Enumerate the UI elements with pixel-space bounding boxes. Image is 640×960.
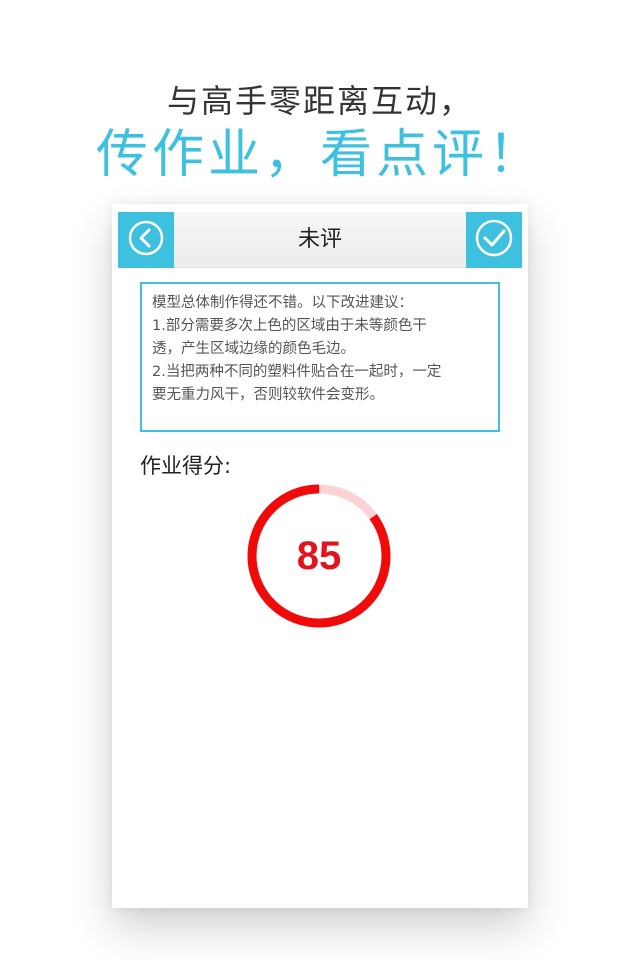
comment-line: 1.部分需要多次上色的区域由于未等颜色干	[152, 318, 427, 334]
comment-line: 透，产生区域边缘的颜色毛边。	[152, 341, 355, 357]
chevron-left-circle-icon	[127, 219, 165, 261]
review-comment-box: 模型总体制作得还不错。以下改进建议： 1.部分需要多次上色的区域由于未等颜色干 …	[140, 282, 500, 432]
nav-header: 未评	[118, 212, 522, 268]
promo-banner: 与高手零距离互动， 传作业，看点评！	[0, 0, 640, 200]
comment-line: 要无重力风干，否则较软件会变形。	[152, 387, 384, 403]
comment-line: 2.当把两种不同的塑料件贴合在一起时，一定	[152, 364, 442, 380]
page-title: 未评	[297, 227, 342, 252]
promo-headline: 传作业，看点评！	[95, 125, 544, 185]
submit-button[interactable]	[466, 212, 522, 268]
comment-line: 模型总体制作得还不错。以下改进建议：	[152, 295, 413, 311]
score-value: 85	[296, 534, 342, 578]
score-label: 作业得分:	[140, 454, 232, 478]
phone-screen: 未评 模型总体制作得还不错。以下改进建议： 1.部分需要多次上色的区域由于未等颜…	[112, 204, 528, 908]
check-circle-icon	[474, 218, 514, 262]
back-button[interactable]	[118, 212, 174, 268]
